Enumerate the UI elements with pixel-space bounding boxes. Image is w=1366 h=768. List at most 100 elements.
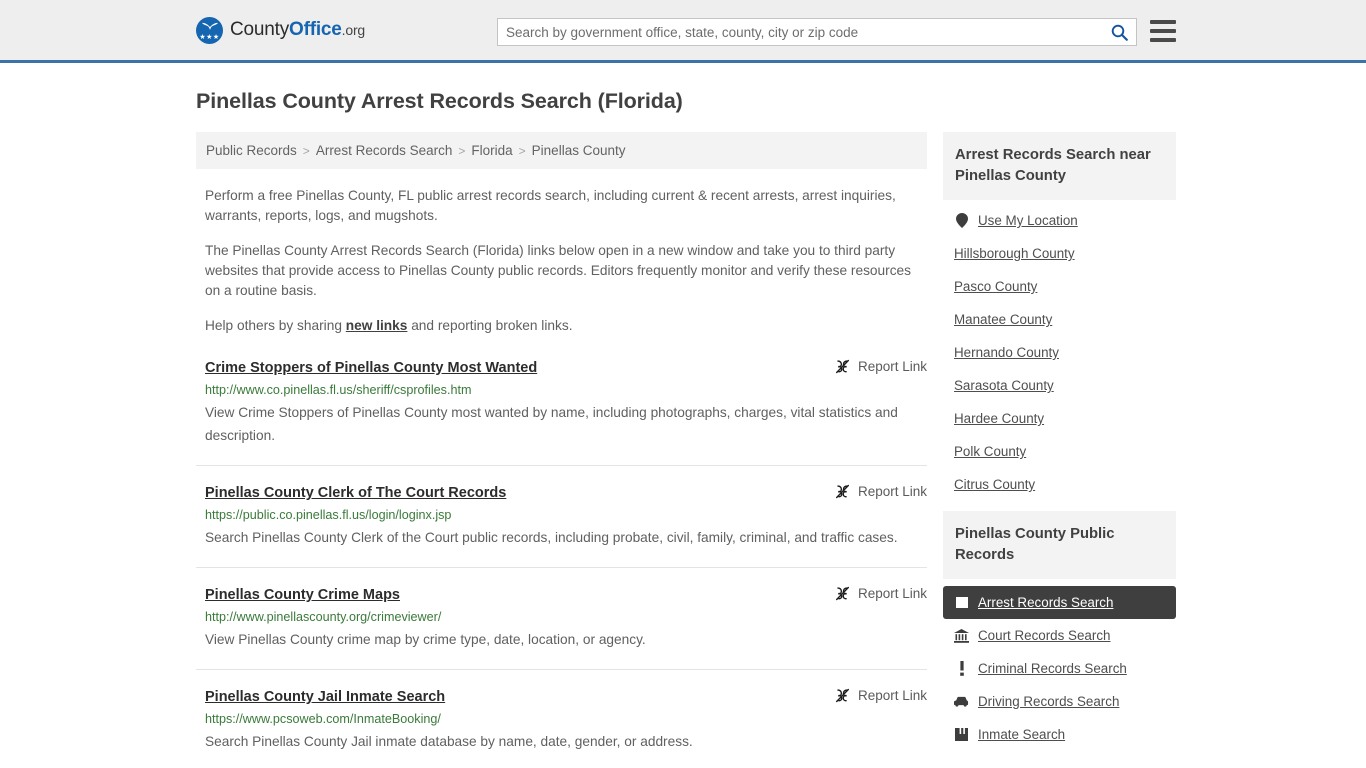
sidebar-record-item-3[interactable]: Driving Records Search <box>943 685 1176 718</box>
sidebar-record-label[interactable]: Arrest Records Search <box>978 595 1113 610</box>
result-title-link[interactable]: Pinellas County Jail Inmate Search <box>205 687 821 707</box>
hamburger-menu-icon[interactable] <box>1150 20 1176 42</box>
intro-paragraph-3: Help others by sharing new links and rep… <box>205 316 917 336</box>
result-url[interactable]: https://public.co.pinellas.fl.us/login/l… <box>205 507 927 524</box>
sidebar-nearby-label[interactable]: Hernando County <box>954 345 1059 360</box>
nearby-searches-heading: Arrest Records Search near Pinellas Coun… <box>943 132 1176 200</box>
intro-section: Perform a free Pinellas County, FL publi… <box>196 186 927 336</box>
result-title-link[interactable]: Pinellas County Clerk of The Court Recor… <box>205 483 821 503</box>
new-links-link[interactable]: new links <box>346 318 408 333</box>
report-link-button[interactable]: Report Link <box>821 586 927 601</box>
report-link-button[interactable]: Report Link <box>821 688 927 703</box>
search-bar[interactable] <box>497 18 1137 46</box>
search-icon <box>1111 24 1128 41</box>
logo-text-office: Office <box>289 19 342 40</box>
map-pin-icon <box>954 213 969 228</box>
card-icon <box>954 595 969 610</box>
result-header: Pinellas County Crime Maps Report Link <box>205 585 927 605</box>
intro-paragraph-2: The Pinellas County Arrest Records Searc… <box>205 243 912 298</box>
result-description: Search Pinellas County Clerk of the Cour… <box>205 530 898 545</box>
public-records-heading: Pinellas County Public Records <box>943 511 1176 579</box>
sidebar: Arrest Records Search near Pinellas Coun… <box>943 132 1176 761</box>
site-logo[interactable]: ★★★ CountyOffice.org <box>196 16 365 44</box>
sidebar-nearby-label[interactable]: Citrus County <box>954 477 1035 492</box>
sidebar-record-item-0[interactable]: Arrest Records Search <box>943 586 1176 619</box>
logo-text-county: County <box>230 19 290 40</box>
sidebar-record-label[interactable]: Court Records Search <box>978 628 1110 643</box>
breadcrumb-item-2[interactable]: Florida <box>471 143 512 158</box>
public-records-list: Arrest Records Search Court Records Searc… <box>943 579 1176 751</box>
sidebar-record-item-1[interactable]: Court Records Search <box>943 619 1176 652</box>
sidebar-nearby-label[interactable]: Use My Location <box>978 213 1078 228</box>
report-link-label: Report Link <box>857 586 927 601</box>
result-url[interactable]: http://www.co.pinellas.fl.us/sheriff/csp… <box>205 382 927 399</box>
report-link-button[interactable]: Report Link <box>821 359 927 374</box>
result-url[interactable]: http://www.pinellascounty.org/crimeviewe… <box>205 609 927 626</box>
search-button[interactable] <box>1102 19 1136 45</box>
sidebar-record-label[interactable]: Criminal Records Search <box>978 661 1127 676</box>
sidebar-nearby-item-5[interactable]: Sarasota County <box>943 369 1176 402</box>
breadcrumb-item-0[interactable]: Public Records <box>206 143 297 158</box>
report-link-button[interactable]: Report Link <box>821 484 927 499</box>
sidebar-nearby-item-8[interactable]: Citrus County <box>943 468 1176 501</box>
result-description: View Pinellas County crime map by crime … <box>205 632 646 647</box>
sidebar-nearby-label[interactable]: Pasco County <box>954 279 1037 294</box>
exclamation-icon <box>954 661 969 676</box>
report-link-label: Report Link <box>857 688 927 703</box>
sidebar-record-label[interactable]: Driving Records Search <box>978 694 1119 709</box>
sidebar-record-label[interactable]: Inmate Search <box>978 727 1065 742</box>
sidebar-nearby-label[interactable]: Manatee County <box>954 312 1052 327</box>
result-description: View Crime Stoppers of Pinellas County m… <box>205 405 898 443</box>
result-item: Pinellas County Crime Maps Report Link htt… <box>196 585 927 670</box>
result-title-link[interactable]: Pinellas County Crime Maps <box>205 585 821 605</box>
sidebar-nearby-item-7[interactable]: Polk County <box>943 435 1176 468</box>
intro-paragraph-1: Perform a free Pinellas County, FL publi… <box>205 188 896 223</box>
menu-bar-2 <box>1150 29 1176 33</box>
intro-text-after: and reporting broken links. <box>407 318 573 333</box>
sidebar-nearby-label[interactable]: Hillsborough County <box>954 246 1075 261</box>
sidebar-record-item-2[interactable]: Criminal Records Search <box>943 652 1176 685</box>
breadcrumb-separator: > <box>458 143 466 158</box>
intro-text-before: Help others by sharing <box>205 318 346 333</box>
breadcrumb-item-3[interactable]: Pinellas County <box>532 143 626 158</box>
search-input[interactable] <box>498 19 1102 45</box>
public-records-box: Pinellas County Public Records Arrest Re… <box>943 511 1176 751</box>
result-item: Pinellas County Clerk of The Court Recor… <box>196 483 927 568</box>
result-header: Pinellas County Jail Inmate Search Report… <box>205 687 927 707</box>
report-link-label: Report Link <box>857 359 927 374</box>
sidebar-nearby-item-0[interactable]: Use My Location <box>943 204 1176 237</box>
result-header: Crime Stoppers of Pinellas County Most W… <box>205 358 927 378</box>
sidebar-nearby-label[interactable]: Hardee County <box>954 411 1044 426</box>
report-link-label: Report Link <box>857 484 927 499</box>
result-title-link[interactable]: Crime Stoppers of Pinellas County Most W… <box>205 358 821 378</box>
menu-bar-3 <box>1150 38 1176 42</box>
page-container: Pinellas County Arrest Records Search (F… <box>0 89 1366 768</box>
broken-link-icon <box>835 484 849 499</box>
breadcrumb-separator: > <box>302 143 310 158</box>
result-description: Search Pinellas County Jail inmate datab… <box>205 734 693 749</box>
breadcrumb: Public Records > Arrest Records Search >… <box>196 132 927 169</box>
result-url[interactable]: https://www.pcsoweb.com/InmateBooking/ <box>205 711 927 728</box>
sidebar-nearby-label[interactable]: Polk County <box>954 444 1026 459</box>
page-title: Pinellas County Arrest Records Search (F… <box>196 89 683 113</box>
breadcrumb-item-1[interactable]: Arrest Records Search <box>316 143 453 158</box>
sidebar-record-item-4[interactable]: Inmate Search <box>943 718 1176 751</box>
result-item: Crime Stoppers of Pinellas County Most W… <box>196 358 927 466</box>
sidebar-nearby-item-2[interactable]: Pasco County <box>943 270 1176 303</box>
result-item: Pinellas County Jail Inmate Search Report… <box>196 687 927 768</box>
sidebar-nearby-item-6[interactable]: Hardee County <box>943 402 1176 435</box>
sidebar-nearby-label[interactable]: Sarasota County <box>954 378 1054 393</box>
nearby-searches-box: Arrest Records Search near Pinellas Coun… <box>943 132 1176 501</box>
sidebar-nearby-item-1[interactable]: Hillsborough County <box>943 237 1176 270</box>
logo-wordmark: CountyOffice.org <box>230 19 365 41</box>
breadcrumb-separator: > <box>518 143 526 158</box>
courthouse-icon <box>954 628 969 643</box>
site-header: ★★★ CountyOffice.org <box>0 0 1366 63</box>
eagle-icon <box>201 22 218 30</box>
inmate-icon <box>954 727 969 742</box>
sidebar-nearby-item-3[interactable]: Manatee County <box>943 303 1176 336</box>
eagle-badge-icon: ★★★ <box>196 16 223 44</box>
content-columns: Public Records > Arrest Records Search >… <box>196 132 1176 768</box>
results-list: Crime Stoppers of Pinellas County Most W… <box>196 358 927 768</box>
sidebar-nearby-item-4[interactable]: Hernando County <box>943 336 1176 369</box>
